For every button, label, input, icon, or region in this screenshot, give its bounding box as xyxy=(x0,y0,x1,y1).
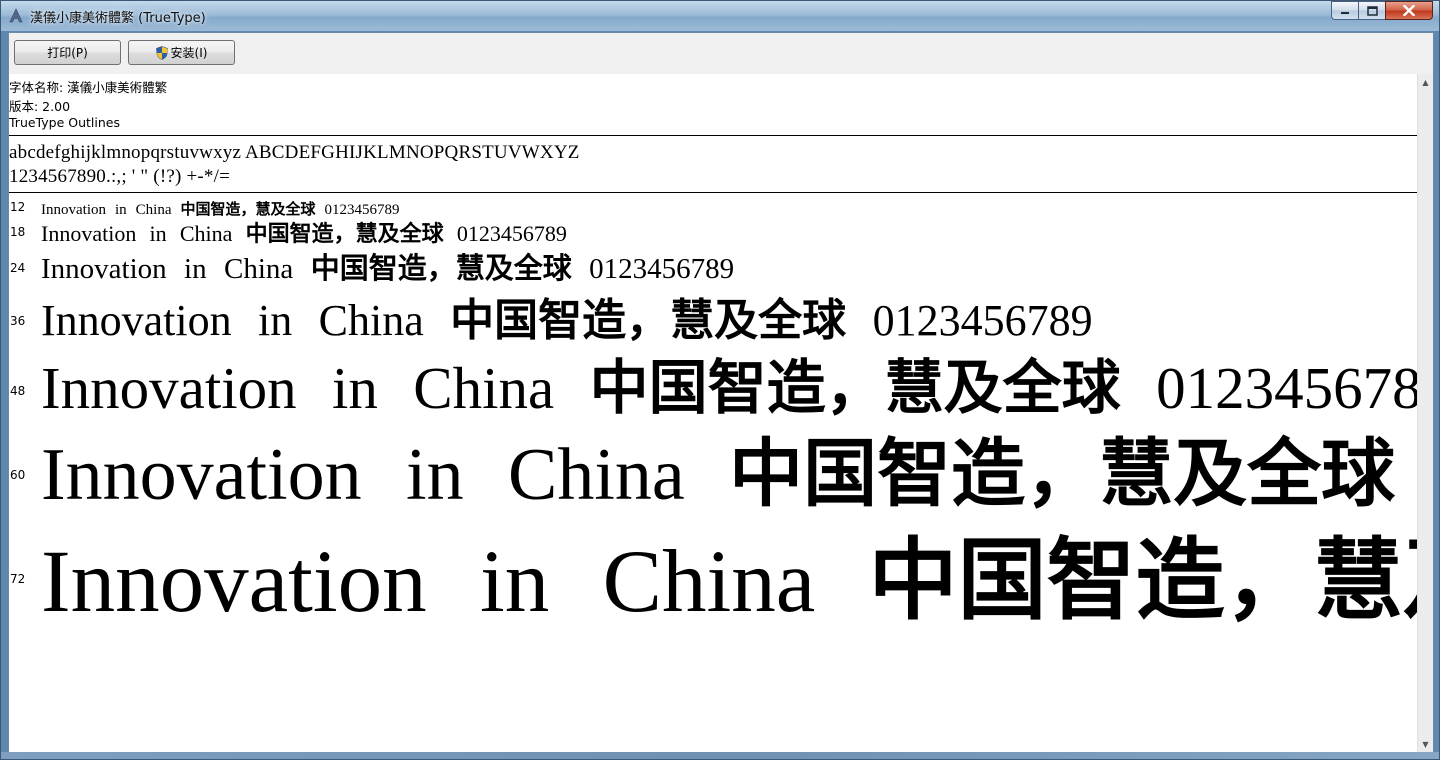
minimize-button[interactable] xyxy=(1331,1,1358,20)
caption-buttons xyxy=(1331,1,1433,21)
size-sample-row-12: 12 Innovation in China 中国智造，慧及全球 0123456… xyxy=(9,196,1417,218)
sample-digits: 0123456789 xyxy=(456,221,567,246)
size-sample-row-36: 36 Innovation in China 中国智造，慧及全球 0123456… xyxy=(9,282,1417,346)
size-sample-row-72: 72 Innovation in China 中国智造，慧及全球 0123456… xyxy=(9,504,1417,632)
font-viewer-window: 漢儀小康美術體繁 (TrueType) 打印(P) 安装(I) 字体名称: 漢儀… xyxy=(0,0,1440,760)
window-title: 漢儀小康美術體繁 (TrueType) xyxy=(30,11,206,26)
vertical-scrollbar[interactable]: ▲ ▼ xyxy=(1417,74,1433,753)
title-bar[interactable]: 漢儀小康美術體繁 (TrueType) xyxy=(1,1,1439,31)
maximize-icon xyxy=(1366,5,1378,16)
font-name-line: 字体名称: 漢儀小康美術體繁 xyxy=(9,80,168,95)
sample-latin: Innovation in China xyxy=(41,253,294,285)
size-sample-row-48: 48 Innovation in China 中国智造，慧及全球 0123456… xyxy=(9,338,1417,422)
divider xyxy=(9,192,1417,193)
size-label: 12 xyxy=(10,200,26,214)
print-button[interactable]: 打印(P) xyxy=(14,40,121,65)
install-button-label: 安装(I) xyxy=(170,46,208,60)
client-area: 打印(P) 安装(I) 字体名称: 漢儀小康美術體繁 版本: 2.00 True… xyxy=(8,32,1434,754)
size-label: 60 xyxy=(10,468,26,482)
window-bottom-frame xyxy=(1,752,1439,759)
close-button[interactable] xyxy=(1385,1,1433,20)
scroll-up-arrow-icon[interactable]: ▲ xyxy=(1418,74,1433,91)
size-label: 18 xyxy=(10,225,26,239)
sample-latin: Innovation in China xyxy=(41,533,816,631)
print-button-label: 打印(P) xyxy=(47,46,88,60)
sample-text: Innovation in China 中国智造，慧及全球 0123456789 xyxy=(41,508,1417,637)
font-file-icon xyxy=(9,8,23,23)
font-version-line: 版本: 2.00 xyxy=(9,99,71,114)
divider xyxy=(9,135,1417,136)
font-outline-type-line: TrueType Outlines xyxy=(9,115,120,130)
size-sample-row-24: 24 Innovation in China 中国智造，慧及全球 0123456… xyxy=(9,244,1417,285)
size-sample-row-60: 60 Innovation in China 中国智造，慧及全球 0123456… xyxy=(9,412,1417,517)
size-label: 24 xyxy=(10,261,26,275)
maximize-button[interactable] xyxy=(1358,1,1385,20)
sample-cjk: 中国智造，慧及全球 xyxy=(868,527,1417,632)
minimize-icon xyxy=(1341,11,1349,14)
sample-digits: 0123456789 xyxy=(589,253,735,285)
size-label: 48 xyxy=(10,384,26,398)
install-button[interactable]: 安装(I) xyxy=(128,40,235,65)
font-preview-pane: 字体名称: 漢儀小康美術體繁 版本: 2.00 TrueType Outline… xyxy=(9,74,1417,753)
uac-shield-icon xyxy=(155,45,168,60)
charset-digits-symbols: 1234567890.:,; ' " (!?) +-*/= xyxy=(9,166,230,187)
charset-letters: abcdefghijklmnopqrstuvwxyz ABCDEFGHIJKLM… xyxy=(9,142,580,163)
size-sample-row-18: 18 Innovation in China 中国智造，慧及全球 0123456… xyxy=(9,216,1417,247)
close-icon xyxy=(1403,5,1415,16)
sample-text: Innovation in China 中国智造，慧及全球 0123456789 xyxy=(41,245,734,287)
sample-latin: Innovation in China xyxy=(41,221,233,246)
toolbar: 打印(P) 安装(I) xyxy=(9,33,1433,75)
sample-cjk: 中国智造，慧及全球 xyxy=(310,251,572,285)
scroll-down-arrow-icon[interactable]: ▼ xyxy=(1418,736,1433,753)
size-label: 36 xyxy=(10,314,26,328)
size-label: 72 xyxy=(10,572,26,586)
